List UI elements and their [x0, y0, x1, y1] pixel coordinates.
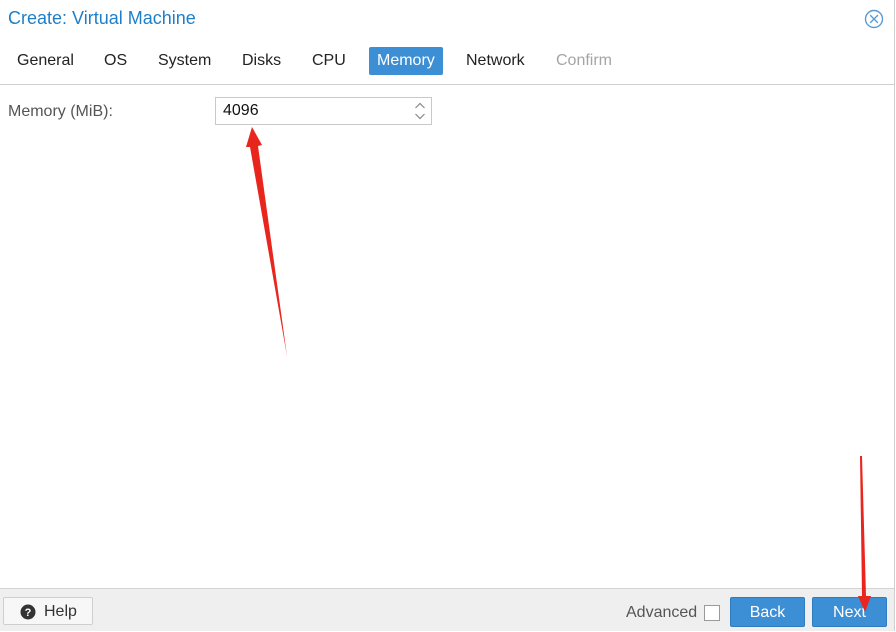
back-button[interactable]: Back — [730, 597, 805, 627]
help-label: Help — [44, 603, 77, 620]
help-button[interactable]: ? Help — [3, 597, 93, 625]
svg-text:?: ? — [25, 607, 32, 619]
tab-general[interactable]: General — [9, 47, 82, 75]
memory-field — [215, 97, 432, 125]
tab-cpu[interactable]: CPU — [304, 47, 354, 75]
create-vm-dialog: Create: Virtual Machine General OS Syste… — [0, 0, 895, 631]
memory-label: Memory (MiB): — [8, 103, 113, 120]
tab-confirm: Confirm — [556, 52, 613, 69]
close-icon[interactable] — [864, 9, 884, 29]
question-circle-icon: ? — [20, 604, 36, 620]
advanced-checkbox[interactable] — [704, 605, 720, 621]
advanced-label: Advanced — [626, 604, 698, 621]
tab-network[interactable]: Network — [458, 47, 533, 75]
dialog-footer: ? Help Advanced Back Next — [0, 588, 894, 631]
tab-system[interactable]: System — [150, 47, 219, 75]
wizard-tabs: General OS System Disks CPU Memory Netwo… — [0, 44, 894, 85]
spinner-icon[interactable] — [413, 100, 427, 122]
memory-input[interactable] — [216, 98, 406, 124]
tab-os[interactable]: OS — [96, 47, 135, 75]
dialog-title: Create: Virtual Machine — [8, 8, 196, 28]
tab-disks[interactable]: Disks — [234, 47, 289, 75]
next-button[interactable]: Next — [812, 597, 887, 627]
dialog-header: Create: Virtual Machine — [0, 0, 894, 38]
tab-memory[interactable]: Memory — [369, 47, 443, 75]
